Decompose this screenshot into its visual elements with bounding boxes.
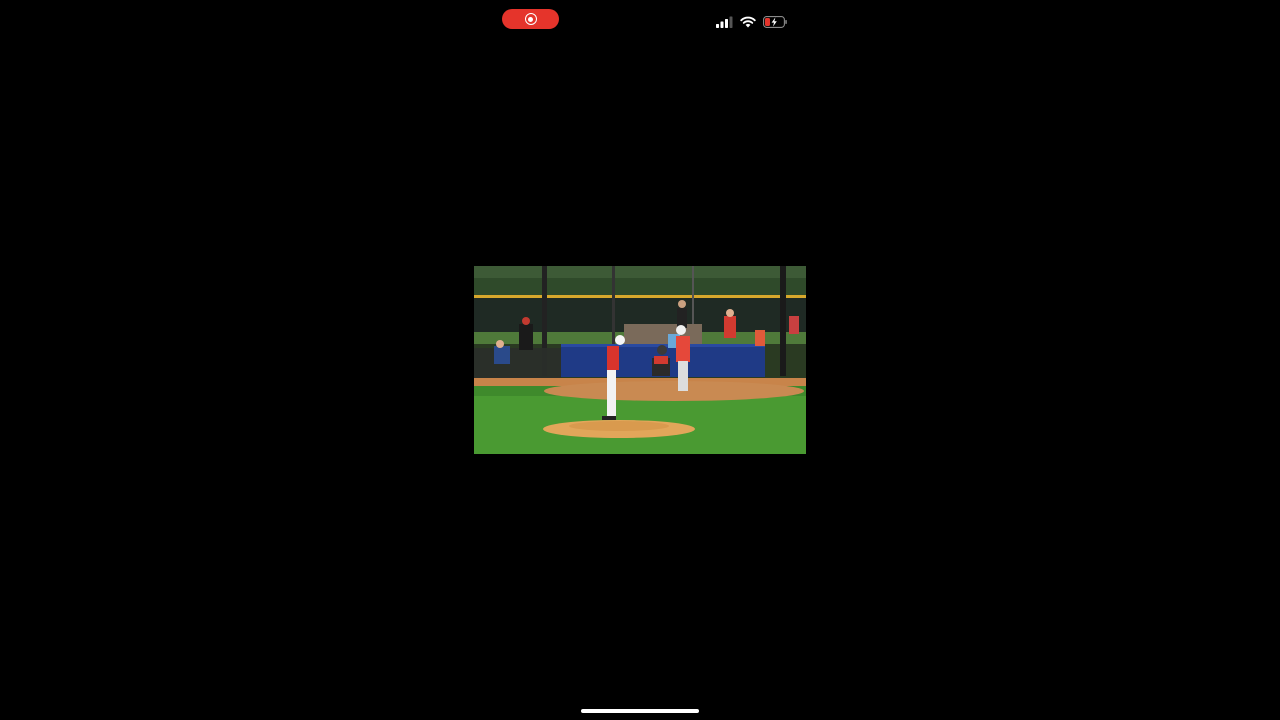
video-player[interactable] bbox=[474, 266, 806, 454]
baseball-scene bbox=[474, 266, 806, 454]
phone-screen bbox=[0, 0, 1280, 720]
status-icons bbox=[716, 14, 787, 30]
status-bar bbox=[474, 0, 806, 40]
battery-charging-icon bbox=[763, 16, 787, 28]
record-icon bbox=[524, 13, 537, 25]
signal-icon bbox=[716, 16, 733, 28]
home-indicator[interactable] bbox=[581, 709, 699, 713]
screen-recording-indicator[interactable] bbox=[502, 9, 559, 29]
wifi-icon bbox=[740, 16, 756, 28]
